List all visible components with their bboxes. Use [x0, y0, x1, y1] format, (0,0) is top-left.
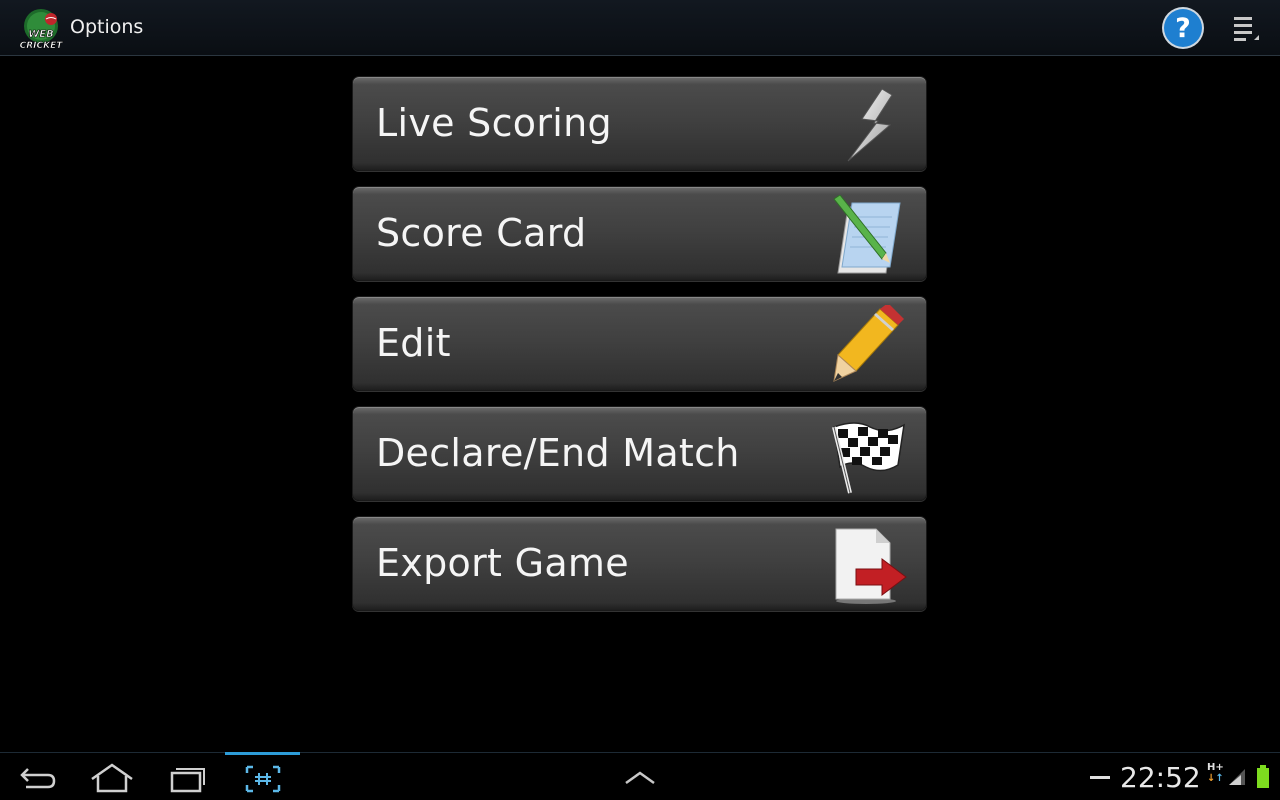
declare-end-match-button[interactable]: Declare/End Match — [352, 406, 927, 501]
menu-item-label: Live Scoring — [376, 101, 612, 145]
edit-button[interactable]: Edit — [352, 296, 927, 391]
web-cricket-logo[interactable]: WEB CRICKET — [18, 6, 64, 52]
options-menu: Live Scoring Score Card Edit Declare/End… — [352, 76, 927, 626]
svg-text:CRICKET: CRICKET — [20, 41, 64, 51]
export-document-icon — [835, 528, 907, 604]
back-icon[interactable] — [10, 759, 70, 795]
screenshot-icon[interactable] — [233, 759, 293, 795]
svg-text:WEB: WEB — [28, 29, 53, 40]
score-card-button[interactable]: Score Card — [352, 186, 927, 281]
page-title: Options — [70, 16, 144, 38]
battery-icon — [1257, 765, 1269, 788]
pencil-icon — [833, 305, 904, 382]
menu-item-label: Declare/End Match — [376, 431, 740, 475]
home-icon[interactable] — [82, 759, 142, 795]
help-icon[interactable]: ? — [1160, 5, 1206, 51]
checkered-flag-icon — [832, 422, 905, 494]
live-scoring-button[interactable]: Live Scoring — [352, 76, 927, 171]
chevron-up-icon[interactable] — [610, 759, 670, 795]
menu-item-label: Edit — [376, 321, 451, 365]
menu-item-label: Export Game — [376, 541, 629, 585]
system-nav-bar: 22:52 H+ ↓↑ — [0, 752, 1280, 800]
export-game-button[interactable]: Export Game — [352, 516, 927, 611]
clock: 22:52 — [1120, 761, 1201, 794]
signal-icon — [1229, 769, 1245, 785]
active-indicator — [225, 752, 300, 755]
svg-text:?: ? — [1175, 13, 1191, 44]
overflow-menu-icon[interactable] — [1228, 12, 1262, 44]
notepad-pencil-icon — [833, 195, 901, 274]
action-bar: WEB CRICKET Options ? — [0, 0, 1280, 56]
lightning-icon — [847, 88, 893, 162]
recent-apps-icon[interactable] — [158, 759, 218, 795]
minimize-icon[interactable] — [1090, 775, 1110, 781]
network-type: H+ ↓↑ — [1207, 762, 1224, 785]
menu-item-label: Score Card — [376, 211, 587, 255]
network-label: H+ — [1207, 762, 1224, 773]
